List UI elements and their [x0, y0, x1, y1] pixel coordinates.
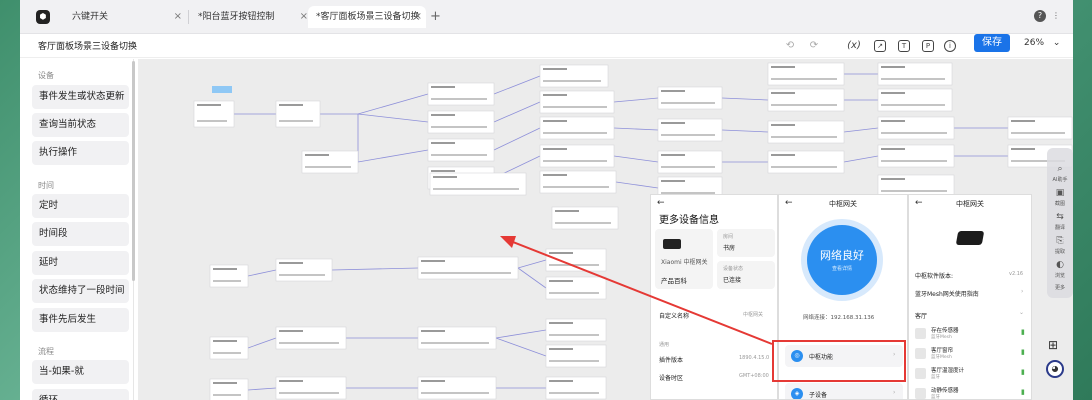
rail-label-ai: AI助手	[1052, 177, 1068, 183]
screenshot-icon[interactable]: ▣	[1047, 188, 1073, 198]
arrow-line	[507, 239, 773, 345]
rail-label-screenshot: 截图	[1054, 201, 1065, 207]
translate-icon[interactable]: ⇆	[1047, 212, 1073, 222]
rail-label-extract: 提取	[1054, 249, 1065, 255]
grid-icon[interactable]: ⊞	[1048, 338, 1064, 352]
extract-icon[interactable]: ⎘	[1047, 236, 1073, 246]
annotation-arrow	[500, 236, 773, 345]
rail-label-more: 更多	[1054, 285, 1065, 291]
app-window: ⬢ 六键开关 × *阳台蓝牙按钮控制 × *客厅面板场景三设备切换 × + ? …	[20, 0, 1073, 400]
rail-label-translate: 翻译	[1054, 225, 1065, 231]
arrow-head	[500, 236, 516, 248]
rail-label-browse: 浏览	[1054, 273, 1065, 279]
assistant-icon[interactable]: ◕	[1046, 360, 1064, 378]
ai-icon[interactable]: ⌕	[1047, 164, 1073, 174]
browse-icon[interactable]: ◐	[1047, 260, 1073, 270]
floating-tool-rail: ⌕ AI助手 ▣ 截图 ⇆ 翻译 ⎘ 提取 ◐ 浏览 更多	[1047, 148, 1073, 298]
